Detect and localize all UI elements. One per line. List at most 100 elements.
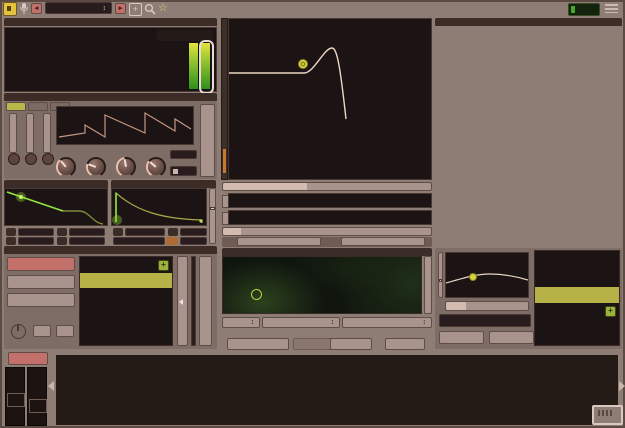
- gain-d-mini[interactable]: [6, 237, 16, 245]
- detune-amount-slider[interactable]: [330, 338, 372, 350]
- keyboard-scroll-left-icon[interactable]: [48, 381, 54, 391]
- osc-pitch-slider-1[interactable]: [9, 113, 17, 153]
- mod-skew-slider[interactable]: [439, 331, 484, 344]
- osc-wave-display[interactable]: [56, 106, 194, 145]
- keyboard-scroll-right-icon[interactable]: [619, 381, 625, 391]
- osc-pitch-slider-3[interactable]: [43, 113, 51, 153]
- gain-decay-slider[interactable]: [18, 237, 54, 245]
- gain-a-mini[interactable]: [6, 228, 16, 236]
- osc-micro-knob-1[interactable]: [8, 153, 20, 165]
- mod-target-list: +: [79, 256, 173, 346]
- osc-tab-1[interactable]: [6, 102, 26, 111]
- volume-slider[interactable]: [199, 40, 214, 94]
- lfo-warp-slider[interactable]: [237, 237, 321, 246]
- filter-adsr-display[interactable]: [111, 188, 207, 226]
- mod-phase-slider[interactable]: [489, 331, 534, 344]
- detune-decay-slider[interactable]: [385, 338, 425, 350]
- osc-micro-knob-2[interactable]: [25, 153, 37, 165]
- filter-decay-mod-marker: [166, 237, 178, 245]
- osc-pan-toggle[interactable]: [170, 166, 197, 176]
- poly-mode-button[interactable]: [8, 352, 48, 365]
- target-filter-res[interactable]: [535, 253, 619, 269]
- osc-volume-slider[interactable]: [200, 104, 215, 177]
- logo-badge[interactable]: [592, 405, 623, 425]
- favorite-star-icon[interactable]: ☆: [158, 1, 168, 14]
- lfo-lane-2[interactable]: [228, 210, 432, 225]
- mod-source-aftertouch[interactable]: [7, 275, 75, 289]
- mod-source-release[interactable]: [7, 293, 75, 307]
- gain-adsr-display[interactable]: [4, 188, 108, 226]
- osc-depth-knob[interactable]: [146, 157, 166, 177]
- root-note-select[interactable]: ↕: [222, 317, 260, 328]
- browse-icon[interactable]: [144, 3, 156, 15]
- mod-slider-marker: [179, 299, 183, 305]
- mod-amount-slider-1[interactable]: [177, 256, 188, 346]
- mpe-x-button[interactable]: [33, 325, 51, 337]
- filter-analyzer-display[interactable]: [228, 18, 432, 180]
- gain-sustain-slider[interactable]: [69, 228, 105, 236]
- updown-icon: ↕: [330, 319, 335, 326]
- mod-curve-freq-slider[interactable]: [445, 301, 529, 311]
- lfo-warp-phase-row: [222, 237, 432, 247]
- filter-drive-slider[interactable]: [221, 18, 228, 180]
- osc-phase-knob[interactable]: [56, 157, 76, 177]
- filter-s-mini[interactable]: [168, 228, 178, 236]
- scale-select[interactable]: ↕: [262, 317, 340, 328]
- save-preset-icon[interactable]: +: [129, 3, 142, 16]
- mod-wheel-vertical[interactable]: [27, 367, 47, 426]
- synth-window: ◂ ↕ ▸ + ☆ + ↕ ↕ ↕ +: [0, 0, 625, 428]
- osc-warp-knob[interactable]: [116, 157, 136, 177]
- mod-selected-target[interactable]: [439, 314, 531, 327]
- add-mod-target-icon[interactable]: +: [158, 260, 169, 271]
- lfo-phase-slider[interactable]: [341, 237, 425, 246]
- gain-attack-slider[interactable]: [18, 228, 54, 236]
- bend-slider[interactable]: [227, 338, 289, 350]
- filter-drive-fill: [223, 149, 226, 173]
- gain-release-slider[interactable]: [69, 237, 105, 245]
- mod-wheel[interactable]: [424, 256, 432, 314]
- gain-s-mini[interactable]: [57, 228, 67, 236]
- lfo-freq-slider[interactable]: [222, 227, 432, 236]
- mic-icon[interactable]: [19, 2, 29, 15]
- filter-sustain-slider[interactable]: [180, 228, 207, 236]
- mod-amount-slider-2[interactable]: [191, 256, 196, 346]
- cpu-meter: [568, 3, 600, 16]
- mod-curve-depth-slider[interactable]: [438, 252, 443, 298]
- osc-micro-knob-3[interactable]: [42, 153, 54, 165]
- osc-pitch-slider-2[interactable]: [26, 113, 34, 153]
- osc-tab-2[interactable]: [28, 102, 48, 111]
- updown-icon: ↕: [250, 319, 255, 326]
- mod-wheel-thumb: [29, 399, 47, 413]
- target-filter-attack-slope[interactable]: [535, 287, 619, 303]
- range-select[interactable]: ↕: [342, 317, 432, 328]
- osc-tone-knob[interactable]: [86, 157, 106, 177]
- prev-preset-button[interactable]: ◂: [31, 3, 42, 14]
- xy-cursor[interactable]: [251, 289, 262, 300]
- mpe-knob[interactable]: [11, 324, 26, 339]
- add-target-icon[interactable]: +: [605, 306, 616, 317]
- osc-stereo-toggle[interactable]: [170, 150, 197, 159]
- xy-pad[interactable]: [222, 256, 422, 314]
- filter-freq-slider[interactable]: [222, 182, 432, 191]
- preset-selector[interactable]: ↕: [45, 2, 112, 14]
- app-logo-icon[interactable]: [3, 2, 17, 16]
- menu-icon[interactable]: [605, 4, 618, 13]
- output-section-header: [4, 18, 217, 26]
- pitch-wheel[interactable]: [5, 367, 25, 426]
- filter-adsr-amount-slider[interactable]: [209, 188, 216, 244]
- lfo-lane-1[interactable]: [228, 193, 432, 208]
- cpu-meter-bar: [571, 6, 575, 13]
- next-preset-button[interactable]: ▸: [115, 3, 126, 14]
- mod-curve-display[interactable]: [445, 252, 529, 298]
- filter-decay-value[interactable]: [113, 237, 165, 245]
- pitch-wheel-thumb: [7, 393, 25, 407]
- mod-source-velocity[interactable]: [7, 257, 75, 271]
- mod-target-lfo[interactable]: [80, 273, 172, 288]
- target-filter-decay[interactable]: [535, 270, 619, 286]
- gain-r-mini[interactable]: [57, 237, 67, 245]
- mpe-y-button[interactable]: [56, 325, 74, 337]
- filter-a-mini[interactable]: [113, 228, 123, 236]
- filter-release-slider[interactable]: [180, 237, 207, 245]
- filter-attack-slider[interactable]: [125, 228, 165, 236]
- mod-amount-slider-3[interactable]: [199, 256, 212, 346]
